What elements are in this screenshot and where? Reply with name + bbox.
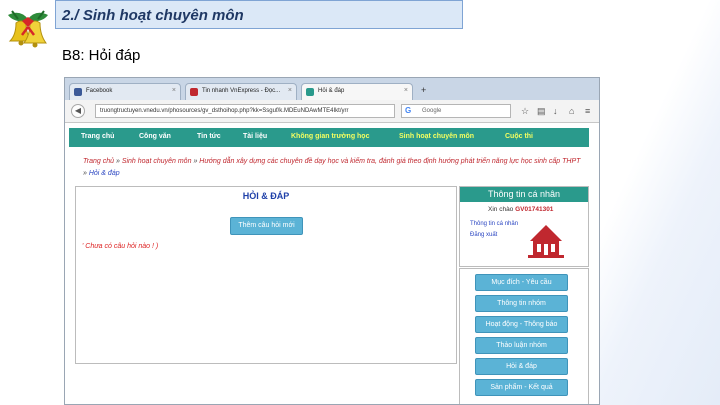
search-bar[interactable]: G Google: [401, 104, 511, 118]
breadcrumb-separator: »: [115, 158, 120, 165]
group-menu-panel: Mục đích - Yêu cầu Thông tin nhóm Hoạt đ…: [459, 268, 589, 404]
plus-icon[interactable]: +: [421, 85, 426, 95]
breadcrumb-current: Hỏi & đáp: [88, 170, 120, 177]
nav-item-news[interactable]: Tin tức: [197, 133, 221, 140]
menu-button-purpose[interactable]: Mục đích - Yêu cầu: [475, 274, 568, 291]
browser-tab-facebook[interactable]: Facebook ×: [69, 83, 181, 100]
facebook-icon: [74, 88, 82, 96]
menu-icon[interactable]: ≡: [585, 106, 590, 116]
browser-tab-hoi-dap[interactable]: Hỏi & đáp ×: [301, 83, 413, 100]
qa-panel: HỎI & ĐÁP Thêm câu hỏi mới ' Chưa có câu…: [75, 186, 457, 364]
nav-item-materials[interactable]: Tài liệu: [243, 133, 267, 140]
browser-tab-label: Tin nhanh VnExpress - Đọc...: [202, 88, 281, 94]
nav-item-documents[interactable]: Công văn: [139, 133, 171, 140]
add-question-button[interactable]: Thêm câu hỏi mới: [230, 217, 303, 235]
menu-button-discussion[interactable]: Thảo luận nhóm: [475, 337, 568, 354]
user-info-panel: Thông tin cá nhân Xin chào GV01741301 Th…: [459, 186, 589, 267]
menu-button-group-info[interactable]: Thông tin nhóm: [475, 295, 568, 312]
browser-tabbar: Facebook × Tin nhanh VnExpress - Đọc... …: [65, 78, 599, 100]
google-icon: G: [405, 106, 412, 115]
menu-button-activities[interactable]: Hoạt động - Thông báo: [475, 316, 568, 333]
breadcrumb-separator: »: [83, 170, 87, 177]
school-logo-icon: [528, 225, 564, 258]
back-arrow-icon[interactable]: ◀: [71, 104, 85, 118]
nav-item-contests[interactable]: Cuộc thi: [505, 133, 533, 140]
star-icon[interactable]: ☆: [521, 106, 529, 117]
vnexpress-icon: [190, 88, 198, 96]
home-icon[interactable]: ⌂: [569, 106, 574, 116]
search-placeholder: Google: [422, 108, 442, 114]
nav-item-home[interactable]: Trang chủ: [81, 133, 114, 140]
breadcrumb-topic[interactable]: Hướng dẫn xây dựng các chuyên đề dạy học…: [199, 158, 580, 165]
greeting-text: Xin chào: [488, 206, 514, 213]
page-icon: [306, 88, 314, 96]
url-bar[interactable]: truongtructuyen.vnedu.vn/phosources/gv_d…: [95, 104, 395, 118]
url-text: truongtructuyen.vnedu.vn/phosources/gv_d…: [100, 108, 349, 114]
close-icon[interactable]: ×: [172, 87, 176, 94]
christmas-bells-icon: [8, 10, 48, 48]
slide-title: 2./ Sinh hoạt chuyên môn: [62, 7, 244, 24]
breadcrumb-home[interactable]: Trang chủ: [83, 158, 114, 165]
close-icon[interactable]: ×: [288, 87, 292, 94]
browser-window: Facebook × Tin nhanh VnExpress - Đọc... …: [64, 77, 600, 405]
slide-subtitle: B8: Hỏi đáp: [62, 47, 141, 64]
breadcrumb-separator: »: [193, 158, 198, 165]
bookmark-icon[interactable]: ▤: [537, 106, 546, 117]
site-navbar: Trang chủ Công văn Tin tức Tài liệu Khôn…: [69, 128, 589, 147]
nav-item-professional-activities[interactable]: Sinh hoạt chuyên môn: [399, 133, 474, 140]
menu-button-products[interactable]: Sản phẩm - Kết quả: [475, 379, 568, 396]
browser-tab-vnexpress[interactable]: Tin nhanh VnExpress - Đọc... ×: [185, 83, 297, 100]
close-icon[interactable]: ×: [404, 87, 408, 94]
web-page: Trang chủ Công văn Tin tức Tài liệu Khôn…: [65, 123, 599, 404]
browser-tab-label: Hỏi & đáp: [318, 88, 345, 94]
logout-link[interactable]: Đăng xuất: [470, 232, 497, 238]
download-icon[interactable]: ↓: [553, 106, 558, 116]
username: GV01741301: [515, 206, 554, 213]
breadcrumb: Trang chủ » Sinh hoạt chuyên môn » Hướng…: [83, 156, 583, 180]
slide-title-box: 2./ Sinh hoạt chuyên môn: [55, 0, 463, 29]
breadcrumb-section[interactable]: Sinh hoạt chuyên môn: [122, 158, 192, 165]
user-greeting: Xin chào GV01741301: [488, 206, 553, 213]
profile-link[interactable]: Thông tin cá nhân: [470, 221, 518, 227]
qa-title: HỎI & ĐÁP: [242, 191, 290, 201]
user-panel-header: Thông tin cá nhân: [460, 187, 588, 202]
nav-item-school-space[interactable]: Không gian trường học: [291, 133, 369, 140]
browser-tab-label: Facebook: [86, 88, 113, 94]
browser-navbar: ◀ truongtructuyen.vnedu.vn/phosources/gv…: [65, 100, 599, 123]
empty-message: ' Chưa có câu hỏi nào ! ): [82, 243, 159, 250]
menu-button-qa[interactable]: Hỏi & đáp: [475, 358, 568, 375]
